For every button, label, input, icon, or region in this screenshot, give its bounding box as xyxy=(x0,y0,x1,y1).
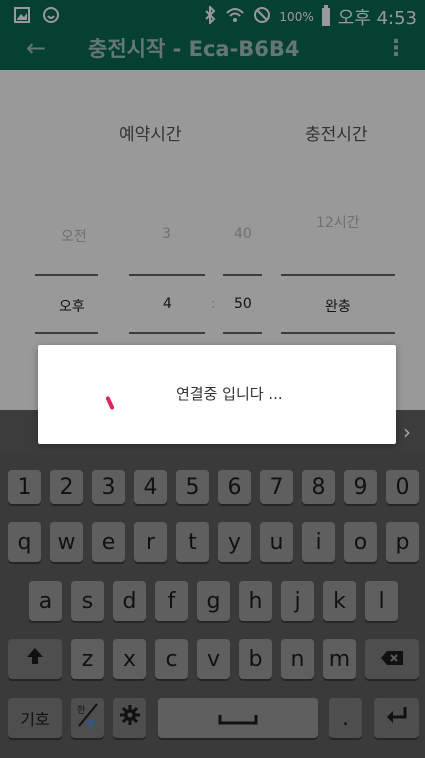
key-g[interactable]: g xyxy=(197,581,230,621)
key-h[interactable]: h xyxy=(239,581,272,621)
key-f[interactable]: f xyxy=(155,581,188,621)
key-c[interactable]: c xyxy=(155,639,188,679)
shift-arrow-icon xyxy=(25,646,45,672)
language-switch-icon: 한영 xyxy=(75,700,101,736)
key-2[interactable]: 2 xyxy=(50,470,83,504)
backspace-key[interactable] xyxy=(365,639,419,679)
key-4[interactable]: 4 xyxy=(134,470,167,504)
loading-spinner-icon xyxy=(105,395,115,411)
key-8[interactable]: 8 xyxy=(302,470,335,504)
key-z[interactable]: z xyxy=(71,639,104,679)
key-l[interactable]: l xyxy=(365,581,398,621)
svg-text:한: 한 xyxy=(77,705,85,716)
enter-icon xyxy=(385,705,409,731)
key-b[interactable]: b xyxy=(239,639,272,679)
key-r[interactable]: r xyxy=(134,522,167,562)
period-key[interactable]: . xyxy=(329,698,362,738)
space-key[interactable] xyxy=(158,698,318,738)
gear-icon xyxy=(119,704,141,732)
key-k[interactable]: k xyxy=(323,581,356,621)
language-switch-key[interactable]: 한영 xyxy=(71,698,104,738)
settings-key[interactable] xyxy=(113,698,146,738)
svg-text:영: 영 xyxy=(87,719,95,730)
key-p[interactable]: p xyxy=(386,522,419,562)
key-5[interactable]: 5 xyxy=(176,470,209,504)
key-t[interactable]: t xyxy=(176,522,209,562)
chevron-right-icon[interactable]: › xyxy=(403,420,411,444)
key-9[interactable]: 9 xyxy=(344,470,377,504)
backspace-icon xyxy=(380,647,404,672)
key-0[interactable]: 0 xyxy=(386,470,419,504)
key-7[interactable]: 7 xyxy=(260,470,293,504)
soft-keyboard: 1 2 3 4 5 6 7 8 9 0 q w e r t y u i o p … xyxy=(0,454,425,758)
space-bar-icon xyxy=(218,706,258,731)
symbols-key[interactable]: 기호 xyxy=(8,698,62,738)
loading-dialog: 연결중 입니다 ... xyxy=(38,345,396,444)
key-j[interactable]: j xyxy=(281,581,314,621)
key-m[interactable]: m xyxy=(323,639,356,679)
loading-message: 연결중 입니다 ... xyxy=(176,385,283,403)
key-o[interactable]: o xyxy=(344,522,377,562)
key-u[interactable]: u xyxy=(260,522,293,562)
key-w[interactable]: w xyxy=(50,522,83,562)
key-d[interactable]: d xyxy=(113,581,146,621)
key-e[interactable]: e xyxy=(92,522,125,562)
key-a[interactable]: a xyxy=(29,581,62,621)
enter-key[interactable] xyxy=(374,698,419,738)
key-q[interactable]: q xyxy=(8,522,41,562)
key-v[interactable]: v xyxy=(197,639,230,679)
key-6[interactable]: 6 xyxy=(218,470,251,504)
shift-key[interactable] xyxy=(8,639,62,679)
key-1[interactable]: 1 xyxy=(8,470,41,504)
key-3[interactable]: 3 xyxy=(92,470,125,504)
key-i[interactable]: i xyxy=(302,522,335,562)
key-n[interactable]: n xyxy=(281,639,314,679)
key-x[interactable]: x xyxy=(113,639,146,679)
key-y[interactable]: y xyxy=(218,522,251,562)
key-s[interactable]: s xyxy=(71,581,104,621)
